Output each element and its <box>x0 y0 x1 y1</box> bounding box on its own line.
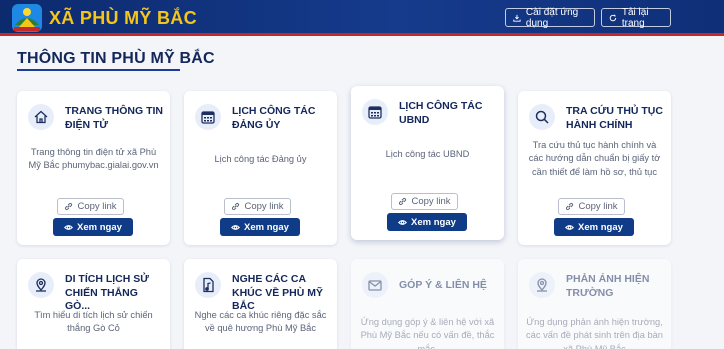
section-title-underline <box>17 69 180 71</box>
card-title: TRANG THÔNG TIN ĐIỆN TỬ <box>65 105 163 131</box>
card-e-portal: TRANG THÔNG TIN ĐIỆN TỬ Trang thông tin … <box>17 91 170 245</box>
card-party-schedule: LỊCH CÔNG TÁC ĐẢNG ỦY Lịch công tác Đảng… <box>184 91 337 245</box>
music-file-icon <box>195 272 221 298</box>
card-description: Lịch công tác UBND <box>385 149 470 159</box>
download-icon <box>513 14 521 22</box>
card-description: Ứng dụng góp ý & liên hệ với xã Phù Mỹ B… <box>360 317 495 349</box>
card-description: Nghe các ca khúc riêng đặc sắc về quê hư… <box>194 310 327 334</box>
card-title: LỊCH CÔNG TÁC ĐẢNG ỦY <box>232 105 316 131</box>
view-now-button[interactable]: Xem ngay <box>220 218 300 236</box>
card-description: Trang thông tin điện tử xã Phù Mỹ Bắc ph… <box>28 147 159 171</box>
card-ubnd-schedule: LỊCH CÔNG TÁC UBND Lịch công tác UBND Co… <box>351 86 504 240</box>
view-now-label: Xem ngay <box>244 221 289 233</box>
link-icon <box>232 202 240 211</box>
link-icon <box>399 197 407 206</box>
mail-icon <box>362 272 388 298</box>
install-app-button[interactable]: Cài đặt ứng dụng <box>505 6 595 29</box>
view-now-label: Xem ngay <box>77 221 122 233</box>
card-description: Tra cứu thủ tục hành chính và các hướng … <box>528 140 661 177</box>
copy-link-label: Copy link <box>578 201 618 212</box>
refresh-icon <box>609 14 617 21</box>
app-logo-icon <box>12 4 42 32</box>
card-description: Lịch công tác Đảng ủy <box>214 154 307 164</box>
copy-link-label: Copy link <box>77 201 117 212</box>
view-now-label: Xem ngay <box>578 221 623 233</box>
card-title: GÓP Ý & LIÊN HỆ <box>399 279 487 291</box>
top-bar: XÃ PHÙ MỸ BẮC Cài đặt ứng dụng Tải lại t… <box>0 0 724 36</box>
card-field-report[interactable]: PHẢN ÁNH HIỆN TRƯỜNG Ứng dụng phản ánh h… <box>518 259 671 349</box>
card-title: NGHE CÁC CA KHÚC VỀ PHÙ MỸ BẮC <box>232 273 324 313</box>
copy-link-button[interactable]: Copy link <box>391 193 458 210</box>
copy-link-button[interactable]: Copy link <box>558 198 625 215</box>
reload-page-label: Tải lại trang <box>621 6 649 29</box>
copy-link-button[interactable]: Copy link <box>224 198 291 215</box>
section-title: THÔNG TIN PHÙ MỸ BẮC <box>17 50 215 67</box>
eye-icon <box>565 224 575 230</box>
map-pin-icon <box>28 272 54 298</box>
view-now-button[interactable]: Xem ngay <box>53 218 133 236</box>
app-title: XÃ PHÙ MỸ BẮC <box>49 8 197 28</box>
card-songs[interactable]: NGHE CÁC CA KHÚC VỀ PHÙ MỸ BẮC Nghe các … <box>184 259 337 349</box>
card-historic-site[interactable]: DI TÍCH LỊCH SỬ CHIẾN THẮNG GÒ... Tìm hi… <box>17 259 170 349</box>
card-title: LỊCH CÔNG TÁC UBND <box>399 100 483 126</box>
view-now-button[interactable]: Xem ngay <box>387 213 467 231</box>
calendar-icon <box>362 99 388 125</box>
eye-icon <box>398 219 408 225</box>
view-now-label: Xem ngay <box>411 216 456 228</box>
map-pin-icon <box>529 272 555 298</box>
card-title: DI TÍCH LỊCH SỬ CHIẾN THẮNG GÒ... <box>65 273 149 313</box>
card-description: Tìm hiểu di tích lịch sử chiến thắng Gò … <box>34 310 153 334</box>
eye-icon <box>64 224 74 230</box>
card-feedback[interactable]: GÓP Ý & LIÊN HỆ Ứng dụng góp ý & liên hệ… <box>351 259 504 349</box>
install-app-label: Cài đặt ứng dụng <box>525 6 579 29</box>
copy-link-label: Copy link <box>411 196 451 207</box>
card-title: TRA CỨU THỦ TỤC HÀNH CHÍNH <box>566 105 663 131</box>
copy-link-label: Copy link <box>244 201 284 212</box>
copy-link-button[interactable]: Copy link <box>57 198 124 215</box>
view-now-button[interactable]: Xem ngay <box>554 218 634 236</box>
card-admin-procedures: TRA CỨU THỦ TỤC HÀNH CHÍNH Tra cứu thủ t… <box>518 91 671 245</box>
link-icon <box>566 202 574 211</box>
home-icon <box>28 104 54 130</box>
search-icon <box>529 104 555 130</box>
card-title: PHẢN ÁNH HIỆN TRƯỜNG <box>566 273 650 299</box>
eye-icon <box>231 224 241 230</box>
link-icon <box>65 202 73 211</box>
card-description: Ứng dụng phản ánh hiện trường, các vấn đ… <box>526 317 663 349</box>
reload-page-button[interactable]: Tải lại trang <box>601 6 671 29</box>
calendar-icon <box>195 104 221 130</box>
